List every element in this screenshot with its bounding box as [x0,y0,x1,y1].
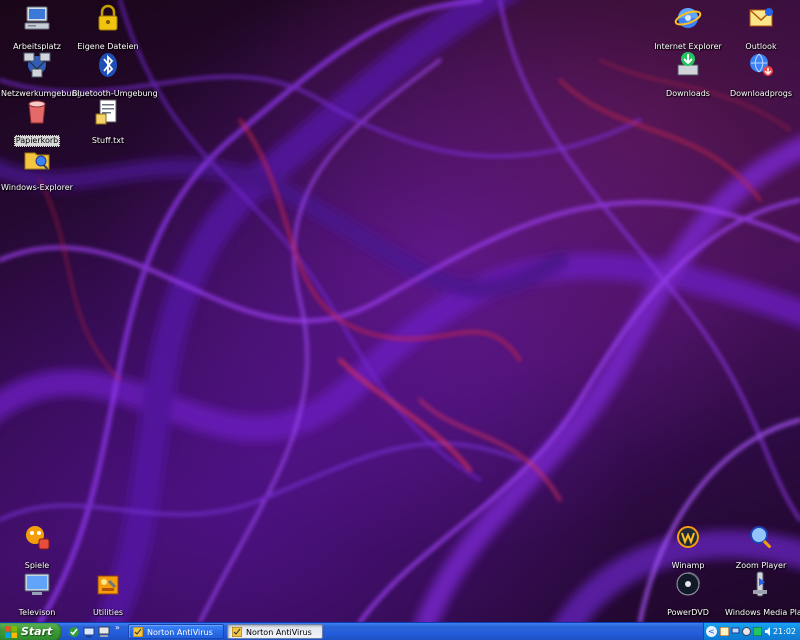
text-file-icon [95,99,117,125]
norton-antivirus-icon [232,627,242,637]
internet-explorer-icon [674,8,702,28]
quick-launch: » [66,623,124,639]
desktop-icon-downloads[interactable]: Downloads [651,49,725,100]
desktop-icon-label: Televison [18,608,56,617]
tray-volume-icon[interactable] [764,627,773,636]
recycle-bin-icon [28,100,46,124]
tray-expand-chevron[interactable]: < [706,626,717,637]
winamp-icon [677,526,699,548]
desktop-icon-zoom-player[interactable]: Zoom Player [724,521,798,572]
television-icon [24,573,50,595]
desktop-icon-papierkorb[interactable]: Papierkorb [0,96,74,147]
desktop-icon-spiele[interactable]: Spiele [0,521,74,572]
zoom-player-icon [750,526,772,549]
desktop-icon-powerdvd[interactable]: PowerDVD [651,568,725,619]
taskbar-button-norton-antivirus-active[interactable]: Norton AntiVirus [227,624,323,639]
desktop-icon-windows-media-player[interactable]: Windows Media Player [724,568,800,619]
desktop-icon-label: Downloadprogs [729,89,793,98]
desktop-icon-winamp[interactable]: Winamp [651,521,725,572]
start-button[interactable]: Start [0,623,62,640]
quicklaunch-desktop-icon[interactable] [83,626,95,638]
network-places-icon [23,52,51,78]
windows-flag-icon [5,626,17,638]
outlook-icon [749,8,773,27]
desktop-icon-arbeitsplatz[interactable]: Arbeitsplatz [0,2,74,53]
my-computer-icon [24,6,50,30]
downloads-icon [677,52,699,76]
powerdvd-icon [676,572,700,596]
tray-network-icon[interactable] [731,627,740,636]
quicklaunch-computer-icon[interactable] [98,626,110,638]
utilities-icon [97,575,119,595]
desktop-icon-label: PowerDVD [667,608,709,617]
desktop-icon-stuff-txt[interactable]: Stuff.txt [71,96,145,147]
start-label: Start [21,625,53,638]
desktop-icon-label: Stuff.txt [91,136,125,145]
games-icon [26,526,50,550]
tray-cl-icon[interactable] [720,627,729,636]
quicklaunch-more-chevron[interactable]: » [115,623,120,632]
desktop-icon-internet-explorer[interactable]: Internet Explorer [651,2,725,53]
taskbar: Start » Norton AntiVirus Norton AntiViru… [0,622,800,640]
my-documents-lock-icon [98,4,118,31]
tray-clock[interactable]: 21:02 [773,623,796,640]
desktop-icon-utilities[interactable]: Utilities [71,568,145,619]
downloadprogs-icon [750,53,773,76]
windows-media-player-icon [753,571,767,597]
taskbar-button-norton-antivirus[interactable]: Norton AntiVirus [128,624,224,639]
desktop-icon-label: Utilities [92,608,124,617]
desktop-icon-label: Windows Media Player [725,608,800,617]
desktop-icon-label: Windows-Explorer [1,183,73,192]
quicklaunch-norton-icon[interactable] [68,626,80,638]
desktop-icon-televison[interactable]: Televison [0,568,74,619]
bluetooth-icon [99,53,117,77]
desktop-icon-netzwerkumgebung[interactable]: Netzwerkumgebung [0,49,82,100]
taskbar-button-label: Norton AntiVirus [246,628,312,637]
desktop-icon-windows-explorer[interactable]: Windows-Explorer [0,143,74,194]
desktop-icon-downloadprogs[interactable]: Downloadprogs [724,49,798,100]
desktop-icon-label: Downloads [666,89,710,98]
desktop-icon-bluetooth-umgebung[interactable]: Bluetooth-Umgebung [71,49,158,100]
windows-explorer-icon [24,152,50,170]
taskbar-button-label: Norton AntiVirus [147,628,213,637]
desktop[interactable]: Arbeitsplatz Eigene Dateien Netzwerkumge… [0,0,800,640]
tray-security-icon[interactable] [742,627,751,636]
norton-antivirus-icon [133,627,143,637]
tray-monitor-icon[interactable] [753,627,762,636]
desktop-icon-eigene-dateien[interactable]: Eigene Dateien [71,2,145,53]
desktop-icon-outlook[interactable]: Outlook [724,2,798,53]
system-tray: < 21:02 [703,623,800,640]
